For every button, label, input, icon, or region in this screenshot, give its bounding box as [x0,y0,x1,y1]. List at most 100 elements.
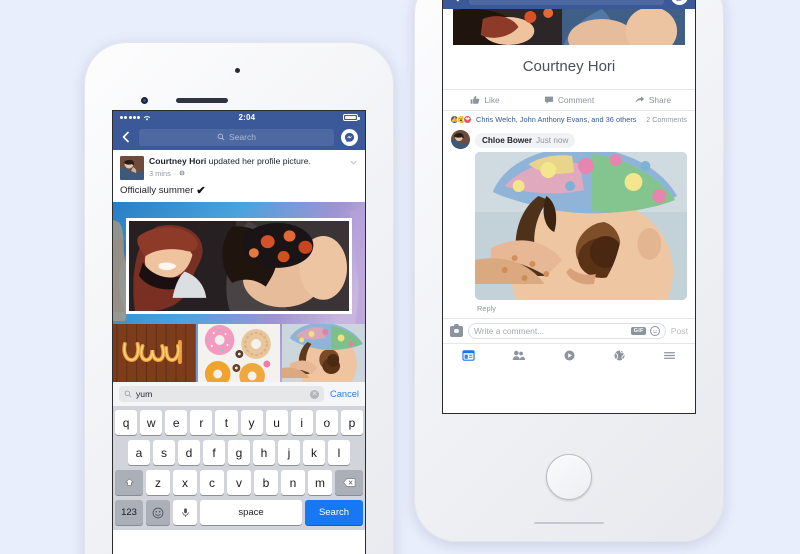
like-label: Like [484,95,500,105]
key-g[interactable]: g [228,440,250,465]
key-z[interactable]: z [146,470,170,495]
commenter-avatar[interactable] [451,130,470,149]
clear-circle-icon[interactable]: ✕ [310,389,320,399]
back-chevron-icon[interactable] [450,0,462,2]
key-b[interactable]: b [254,470,278,495]
post-action-bar: Like Comment Share [443,89,695,111]
comment-button[interactable]: Comment [527,95,611,105]
key-p[interactable]: p [340,410,363,435]
left-phone-device: 2:04 Search Courtney Hori updated her pr… [81,42,397,554]
power-button-right[interactable] [724,122,727,156]
chevron-down-icon[interactable] [349,158,358,167]
post-separator: · [173,168,177,178]
key-m[interactable]: m [308,470,332,495]
post-comment-button[interactable]: Post [671,326,688,336]
comment-bubble: Chloe Bower Just now [475,133,576,148]
key-d[interactable]: d [178,440,200,465]
key-w[interactable]: w [140,410,163,435]
keyboard-row-3: zxcvbnm [115,470,363,495]
comment-attached-photo[interactable] [475,152,687,300]
smiley-icon[interactable] [146,500,170,525]
tab-more-menu[interactable] [645,349,695,362]
tab-news-feed[interactable] [443,349,493,362]
nav-search-button[interactable]: Search [139,128,334,146]
right-phone-screen: 2:04 Search [442,0,696,414]
numbers-key[interactable]: 123 [115,500,143,525]
magnifier-icon [217,133,225,141]
key-s[interactable]: s [153,440,175,465]
shift-arrow-icon[interactable] [115,470,143,495]
nav-search-button[interactable]: Search [469,0,664,5]
thumbs-up-icon [470,95,480,104]
earpiece-speaker [176,98,228,103]
key-h[interactable]: h [253,440,275,465]
volume-up-button-right[interactable] [411,142,414,168]
comment-input-placeholder: Write a comment... [474,326,545,336]
friends-icon [512,350,526,360]
search-input[interactable]: yum ✕ [119,386,325,402]
key-n[interactable]: n [281,470,305,495]
key-i[interactable]: i [290,410,313,435]
search-return-key[interactable]: Search [305,500,363,525]
globe-icon [179,170,185,177]
key-r[interactable]: r [190,410,213,435]
volume-down-button[interactable] [81,190,84,216]
collage-tile-icecream[interactable] [282,324,365,382]
key-y[interactable]: y [240,410,263,435]
key-o[interactable]: o [315,410,338,435]
reaction-icons[interactable]: 👍 😮 ❤ [450,115,472,124]
home-button-right[interactable] [546,454,592,500]
messenger-icon[interactable] [341,128,358,146]
messenger-icon[interactable] [671,0,688,5]
comment-input[interactable]: Write a comment... GIF [468,323,666,339]
space-key[interactable]: space [200,500,302,525]
back-chevron-icon[interactable] [120,131,132,143]
key-c[interactable]: c [200,470,224,495]
nav-search-placeholder: Search [559,0,586,1]
volume-up-button[interactable] [81,154,84,180]
collage-tile-yum[interactable] [113,324,196,382]
comment-count[interactable]: 2 Comments [646,115,687,124]
like-button[interactable]: Like [443,95,527,105]
collage-tile-donuts[interactable] [197,324,281,382]
left-status-bar: 2:04 [113,111,365,124]
key-j[interactable]: j [278,440,300,465]
key-l[interactable]: l [328,440,350,465]
collage-hero-photo[interactable] [126,218,352,314]
tab-notifications[interactable] [594,349,644,362]
share-arrow-icon [635,96,644,103]
power-button[interactable] [394,138,397,172]
smiley-icon[interactable] [649,326,660,336]
commenter-name[interactable]: Chloe Bower [482,136,532,145]
tab-watch[interactable] [544,349,594,362]
camera-icon[interactable] [450,323,463,337]
screenshot-stage: 2:04 Search Courtney Hori updated her pr… [0,0,800,554]
key-v[interactable]: v [227,470,251,495]
proximity-sensor [235,68,240,73]
key-k[interactable]: k [303,440,325,465]
search-input-value: yum [136,389,153,399]
reaction-names[interactable]: Chris Welch, John Anthony Evans, and 36 … [476,115,642,124]
key-x[interactable]: x [173,470,197,495]
profile-photo-strip[interactable] [453,9,685,45]
post-title: Courtney Hori updated her profile pictur… [149,156,344,167]
post-author-avatar[interactable] [120,156,144,180]
tab-friends[interactable] [493,349,543,362]
reply-link[interactable]: Reply [475,300,687,318]
post-author-name[interactable]: Courtney Hori [149,156,206,166]
key-q[interactable]: q [115,410,138,435]
key-f[interactable]: f [203,440,225,465]
backspace-icon[interactable] [335,470,363,495]
gif-button[interactable]: GIF [631,326,646,336]
key-t[interactable]: t [215,410,238,435]
share-button[interactable]: Share [611,95,695,105]
cancel-button[interactable]: Cancel [330,389,359,399]
signal-strength-icon [120,116,141,119]
news-feed-icon [462,350,475,361]
key-e[interactable]: e [165,410,188,435]
key-u[interactable]: u [265,410,288,435]
post-header: Courtney Hori updated her profile pictur… [113,150,365,182]
microphone-icon[interactable] [173,500,197,525]
status-bar-time: 2:04 [238,113,256,122]
key-a[interactable]: a [128,440,150,465]
